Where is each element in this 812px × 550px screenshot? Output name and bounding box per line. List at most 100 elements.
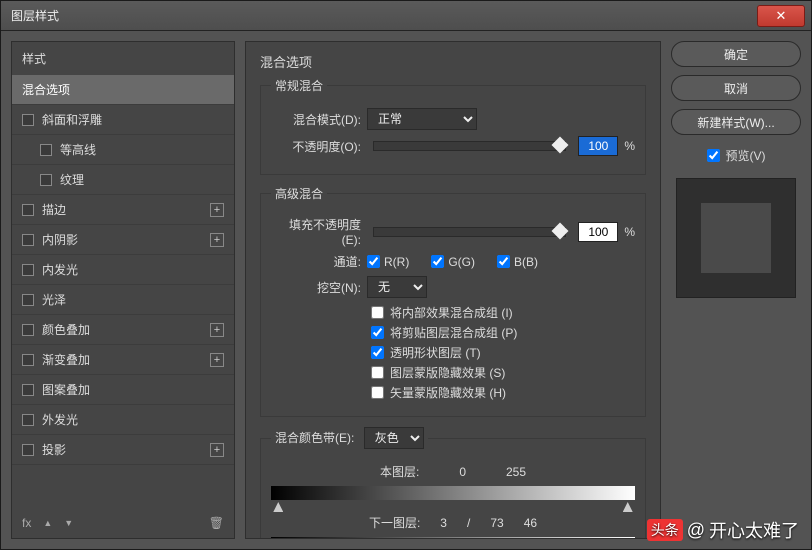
arrow-down-icon[interactable]: ▼ [64,518,73,528]
group-legend: 常规混合 [271,77,327,94]
checkbox-icon[interactable] [22,114,34,126]
plus-icon[interactable]: + [210,443,224,457]
opt-label: 透明形状图层 (T) [390,344,481,361]
sidebar-item-texture[interactable]: 纹理 [12,165,234,195]
knockout-label: 挖空(N): [271,279,361,296]
opt-label: 矢量蒙版隐藏效果 (H) [390,384,506,401]
opt-interior-checkbox[interactable] [371,306,384,319]
group-legend: 混合颜色带(E): 灰色 [271,427,428,449]
fill-opacity-label: 填充不透明度(E): [271,216,361,247]
checkbox-icon[interactable] [40,144,52,156]
watermark: 头条 @ 开心太难了 [647,517,799,543]
opt-layermask-checkbox[interactable] [371,366,384,379]
plus-icon[interactable]: + [210,323,224,337]
channel-b-checkbox[interactable] [497,255,510,268]
new-style-button[interactable]: 新建样式(W)... [671,109,801,135]
this-lo: 0 [459,465,466,479]
sidebar-item-label: 投影 [42,441,66,458]
under-b: 73 [490,516,503,530]
opacity-unit: % [624,139,635,153]
ok-button[interactable]: 确定 [671,41,801,67]
checkbox-icon[interactable] [22,324,34,336]
opt-transparency-checkbox[interactable] [371,346,384,359]
fill-slider[interactable] [373,227,566,237]
sidebar-item-label: 内发光 [42,261,78,278]
arrow-up-icon[interactable]: ▲ [43,518,52,528]
plus-icon[interactable]: + [210,203,224,217]
close-icon: ✕ [776,8,787,24]
channel-r-checkbox[interactable] [367,255,380,268]
sidebar-item-gradient-overlay[interactable]: 渐变叠加 + [12,345,234,375]
window-title: 图层样式 [1,7,59,24]
group-normal-blend: 常规混合 混合模式(D): 正常 不透明度(O): % [260,77,646,175]
sidebar-item-color-overlay[interactable]: 颜色叠加 + [12,315,234,345]
styles-sidebar: 样式 混合选项 斜面和浮雕 等高线 纹理 [11,41,235,539]
opacity-slider[interactable] [373,141,566,151]
close-button[interactable]: ✕ [757,5,805,27]
sidebar-item-label: 光泽 [42,291,66,308]
checkbox-icon[interactable] [40,174,52,186]
sidebar-item-contour[interactable]: 等高线 [12,135,234,165]
checkbox-icon[interactable] [22,354,34,366]
sidebar-footer: fx ▲ ▼ 🗑 [12,508,234,538]
this-layer-gradient[interactable] [271,486,635,500]
cancel-button[interactable]: 取消 [671,75,801,101]
knockout-select[interactable]: 无 [367,276,427,298]
preview-inner [701,203,771,273]
dialog-window: 图层样式 ✕ 样式 混合选项 斜面和浮雕 等高线 [0,0,812,550]
blendif-channel-select[interactable]: 灰色 [364,427,424,449]
plus-icon[interactable]: + [210,353,224,367]
sidebar-item-bevel[interactable]: 斜面和浮雕 [12,105,234,135]
under-layer-label: 下一图层: [369,514,420,531]
checkbox-icon[interactable] [22,384,34,396]
sidebar-item-stroke[interactable]: 描边 + [12,195,234,225]
plus-icon[interactable]: + [210,233,224,247]
slider-marker-icon[interactable] [623,502,633,512]
group-advanced-blend: 高级混合 填充不透明度(E): % 通道: R(R) G(G) B(B) 挖空(… [260,185,646,417]
group-legend: 高级混合 [271,185,327,202]
under-layer-gradient[interactable] [271,537,635,539]
opt-vectormask-checkbox[interactable] [371,386,384,399]
preview-checkbox[interactable] [707,149,720,162]
channel-g-checkbox[interactable] [431,255,444,268]
watermark-at: @ [687,520,705,541]
channel-r-label: R(R) [384,255,409,269]
dialog-body: 样式 混合选项 斜面和浮雕 等高线 纹理 [1,31,811,549]
checkbox-icon[interactable] [22,414,34,426]
checkbox-icon[interactable] [22,204,34,216]
sidebar-item-satin[interactable]: 光泽 [12,285,234,315]
checkbox-icon[interactable] [22,234,34,246]
blend-mode-select[interactable]: 正常 [367,108,477,130]
fx-icon[interactable]: fx [22,516,31,530]
sidebar-item-pattern-overlay[interactable]: 图案叠加 [12,375,234,405]
watermark-prefix: 头条 [647,519,683,541]
preview-swatch [676,178,796,298]
checkbox-icon[interactable] [22,294,34,306]
opacity-label: 不透明度(O): [271,138,361,155]
opt-label: 图层蒙版隐藏效果 (S) [390,364,505,381]
opacity-input[interactable] [578,136,618,156]
sidebar-item-inner-shadow[interactable]: 内阴影 + [12,225,234,255]
sidebar-item-drop-shadow[interactable]: 投影 + [12,435,234,465]
trash-icon[interactable]: 🗑 [209,516,224,530]
sidebar-item-outer-glow[interactable]: 外发光 [12,405,234,435]
fill-input[interactable] [578,222,618,242]
style-list: 混合选项 斜面和浮雕 等高线 纹理 描边 + [12,75,234,508]
opt-clipped-checkbox[interactable] [371,326,384,339]
sidebar-item-label: 纹理 [60,171,84,188]
checkbox-icon[interactable] [22,444,34,456]
watermark-name: 开心太难了 [709,517,799,543]
channel-b-label: B(B) [514,255,538,269]
checkbox-icon[interactable] [22,264,34,276]
sidebar-item-label: 描边 [42,201,66,218]
sidebar-item-label: 混合选项 [22,81,70,98]
slider-marker-icon[interactable] [273,502,283,512]
sidebar-item-blend-options[interactable]: 混合选项 [12,75,234,105]
titlebar: 图层样式 ✕ [1,1,811,31]
options-panel: 混合选项 常规混合 混合模式(D): 正常 不透明度(O): % 高级混合 [245,41,661,539]
under-a: 3 [440,516,447,530]
blend-mode-label: 混合模式(D): [271,111,361,128]
sidebar-item-inner-glow[interactable]: 内发光 [12,255,234,285]
preview-label: 预览(V) [726,147,766,164]
sidebar-item-label: 等高线 [60,141,96,158]
